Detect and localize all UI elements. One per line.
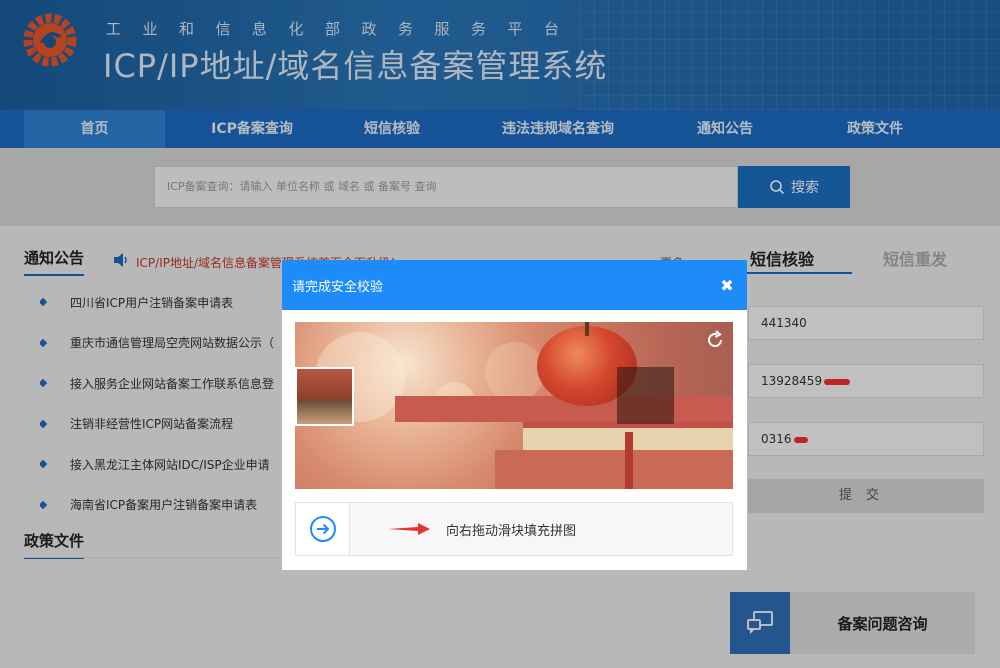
arrow-right-circle-icon: [309, 516, 336, 542]
captcha-modal: 请完成安全校验 ✖ 向右拖动滑块填充拼图: [282, 260, 747, 570]
book-ribbon: [625, 432, 633, 489]
modal-header: 请完成安全校验 ✖: [282, 260, 747, 310]
slider-handle[interactable]: [296, 503, 350, 555]
modal-title: 请完成安全校验: [292, 279, 384, 295]
puzzle-target-slot: [617, 367, 674, 424]
refresh-icon[interactable]: [705, 330, 725, 350]
puzzle-piece[interactable]: [295, 367, 354, 426]
apple-stem: [585, 322, 589, 336]
slider-track[interactable]: 向右拖动滑块填充拼图: [295, 502, 733, 556]
captcha-image: [295, 322, 733, 489]
bokeh-light: [485, 342, 545, 402]
book-red: [495, 450, 733, 489]
slider-hint-text: 向右拖动滑块填充拼图: [446, 524, 577, 539]
close-icon[interactable]: ✖: [717, 276, 737, 295]
red-arrow-icon: [388, 523, 430, 535]
